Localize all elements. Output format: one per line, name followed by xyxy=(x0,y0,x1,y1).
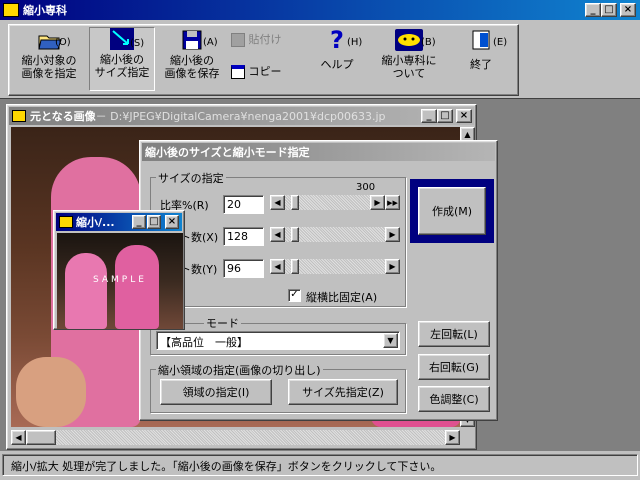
mode-group-label: モード xyxy=(204,315,241,331)
width-label: ト数(X) xyxy=(180,231,219,244)
exit-door-icon xyxy=(469,29,493,51)
save-image-button[interactable]: (A) 縮小後の 画像を保存 xyxy=(159,29,225,91)
thumb-child-left xyxy=(65,253,107,329)
size-key: (S) xyxy=(130,38,145,49)
height-slider-thumb[interactable] xyxy=(291,259,299,274)
about-app-icon xyxy=(395,29,423,51)
about-button[interactable]: (B) 縮小専科に ついて xyxy=(373,29,445,91)
crop-group-label: 縮小領域の指定(画像の切り出し) xyxy=(156,362,323,378)
thumbnail-title: 縮小/... xyxy=(76,216,115,229)
save-label-1: 縮小後の xyxy=(170,54,214,67)
size-label-1: 縮小後の xyxy=(100,53,144,66)
app-titlebar[interactable]: 縮小専科 xyxy=(0,0,640,20)
width-slider-right[interactable]: ▶ xyxy=(385,227,400,242)
size-mode-dialog[interactable]: 縮小後のサイズと縮小モード指定 サイズの指定 300 比率%(R) 20 ◀ ▶… xyxy=(139,140,498,421)
floppy-disk-icon xyxy=(180,29,204,51)
source-window-icon xyxy=(12,110,26,122)
thumbnail-titlebar[interactable]: 縮小/... xyxy=(56,213,182,231)
about-label-1: 縮小専科に xyxy=(381,54,437,67)
ratio-slider-right[interactable]: ▶ xyxy=(370,195,385,210)
paste-icon xyxy=(231,33,245,47)
copy-icon xyxy=(231,65,245,79)
toolbar: (O) 縮小対象の 画像を指定 (S) 縮小後の サイズ指定 (A) 縮小後の … xyxy=(8,24,519,96)
source-window-titlebar[interactable]: 元となる画像 － D:¥JPEG¥DigitalCamera¥nenga2001… xyxy=(9,107,474,125)
paste-button[interactable]: 貼付け xyxy=(231,33,301,53)
height-slider-right[interactable]: ▶ xyxy=(385,259,400,274)
width-slider-left[interactable]: ◀ xyxy=(270,227,285,242)
thumb-child-right xyxy=(115,245,159,329)
mode-select[interactable]: 【高品位 一般】 xyxy=(156,331,400,350)
ratio-max-label: 300 xyxy=(356,182,376,193)
keep-ratio-label[interactable]: 縦横比固定(A) xyxy=(306,289,377,305)
ratio-field[interactable]: 20 xyxy=(223,195,264,214)
thumbnail-minimize-button[interactable]: _ xyxy=(132,215,146,229)
copy-label: コピー xyxy=(248,65,282,78)
open-label-1: 縮小対象の xyxy=(21,54,77,67)
thumbnail-photo: SAMPLE xyxy=(57,233,183,329)
maximize-button[interactable]: □ xyxy=(601,3,617,17)
source-hscroll-thumb[interactable] xyxy=(26,430,56,445)
source-scroll-left[interactable]: ◀ xyxy=(11,430,26,445)
source-scroll-right[interactable]: ▶ xyxy=(445,430,460,445)
open-key: (O) xyxy=(55,37,71,48)
app-title: 縮小専科 xyxy=(23,4,67,17)
create-button[interactable]: 作成(M) xyxy=(418,187,486,235)
thumbnail-window[interactable]: 縮小/... _ □ × SAMPLE xyxy=(53,210,185,330)
thumbnail-close-button[interactable]: × xyxy=(165,215,179,229)
source-window-title: 元となる画像 xyxy=(30,110,96,123)
save-key: (A) xyxy=(203,37,218,48)
source-minimize-button[interactable]: _ xyxy=(421,109,437,123)
close-button[interactable]: × xyxy=(620,3,636,17)
thumbnail-window-icon xyxy=(59,216,73,228)
copy-button[interactable]: コピー xyxy=(231,65,301,85)
about-key: (B) xyxy=(421,37,436,48)
exit-label: 終了 xyxy=(470,58,492,71)
minimize-button[interactable]: _ xyxy=(585,3,601,17)
source-window-path: － D:¥JPEG¥DigitalCamera¥nenga2001¥dcp006… xyxy=(95,110,386,123)
ratio-slider-left[interactable]: ◀ xyxy=(270,195,285,210)
mode-select-value: 【高品位 一般】 xyxy=(160,336,248,349)
height-label: ト数(Y) xyxy=(180,263,218,276)
source-maximize-button[interactable]: □ xyxy=(437,109,453,123)
source-close-button[interactable]: × xyxy=(456,109,472,123)
status-text: 縮小/拡大 処理が完了しました。「縮小後の画像を保存」ボタンをクリックして下さい… xyxy=(11,460,442,473)
height-field[interactable]: 96 xyxy=(223,259,264,278)
rotate-right-button[interactable]: 右回転(G) xyxy=(418,354,490,380)
photo-hand xyxy=(16,357,86,427)
exit-key: (E) xyxy=(493,37,508,48)
size-label-2: サイズ指定 xyxy=(94,66,150,79)
about-label-2: ついて xyxy=(392,67,426,80)
question-mark-icon: ? xyxy=(330,26,344,54)
region-button[interactable]: 領域の指定(I) xyxy=(160,379,272,405)
keep-ratio-checkbox[interactable]: ✓ xyxy=(288,289,301,302)
help-key: (H) xyxy=(347,37,363,48)
size-group-label: サイズの指定 xyxy=(156,170,226,186)
height-slider-left[interactable]: ◀ xyxy=(270,259,285,274)
size-first-button[interactable]: サイズ先指定(Z) xyxy=(288,379,398,405)
app-icon xyxy=(3,3,19,17)
open-label-2: 画像を指定 xyxy=(21,67,77,80)
height-slider-track[interactable] xyxy=(285,259,385,274)
color-adjust-button[interactable]: 色調整(C) xyxy=(418,386,490,412)
exit-button[interactable]: (E) 終了 xyxy=(449,29,513,91)
source-hscroll-track[interactable] xyxy=(26,430,445,445)
dialog-title: 縮小後のサイズと縮小モード指定 xyxy=(145,146,310,159)
thumb-watermark: SAMPLE xyxy=(93,275,147,285)
ratio-slider-end[interactable]: ▶▶ xyxy=(385,195,400,210)
status-bar: 縮小/拡大 処理が完了しました。「縮小後の画像を保存」ボタンをクリックして下さい… xyxy=(2,454,638,476)
width-field[interactable]: 128 xyxy=(223,227,264,246)
dialog-titlebar[interactable]: 縮小後のサイズと縮小モード指定 xyxy=(142,143,495,161)
open-image-button[interactable]: (O) 縮小対象の 画像を指定 xyxy=(13,29,85,91)
help-button[interactable]: ? (H) ヘルプ xyxy=(305,26,369,91)
mode-dropdown-button[interactable]: ▼ xyxy=(383,333,398,348)
paste-label: 貼付け xyxy=(248,33,282,46)
help-label: ヘルプ xyxy=(320,58,354,71)
save-label-2: 画像を保存 xyxy=(164,67,220,80)
thumbnail-maximize-button[interactable]: □ xyxy=(147,215,161,229)
width-slider-thumb[interactable] xyxy=(291,227,299,242)
rotate-left-button[interactable]: 左回転(L) xyxy=(418,321,490,347)
ratio-slider-thumb[interactable] xyxy=(291,195,299,210)
width-slider-track[interactable] xyxy=(285,227,385,242)
size-setting-button[interactable]: (S) 縮小後の サイズ指定 xyxy=(89,27,155,91)
